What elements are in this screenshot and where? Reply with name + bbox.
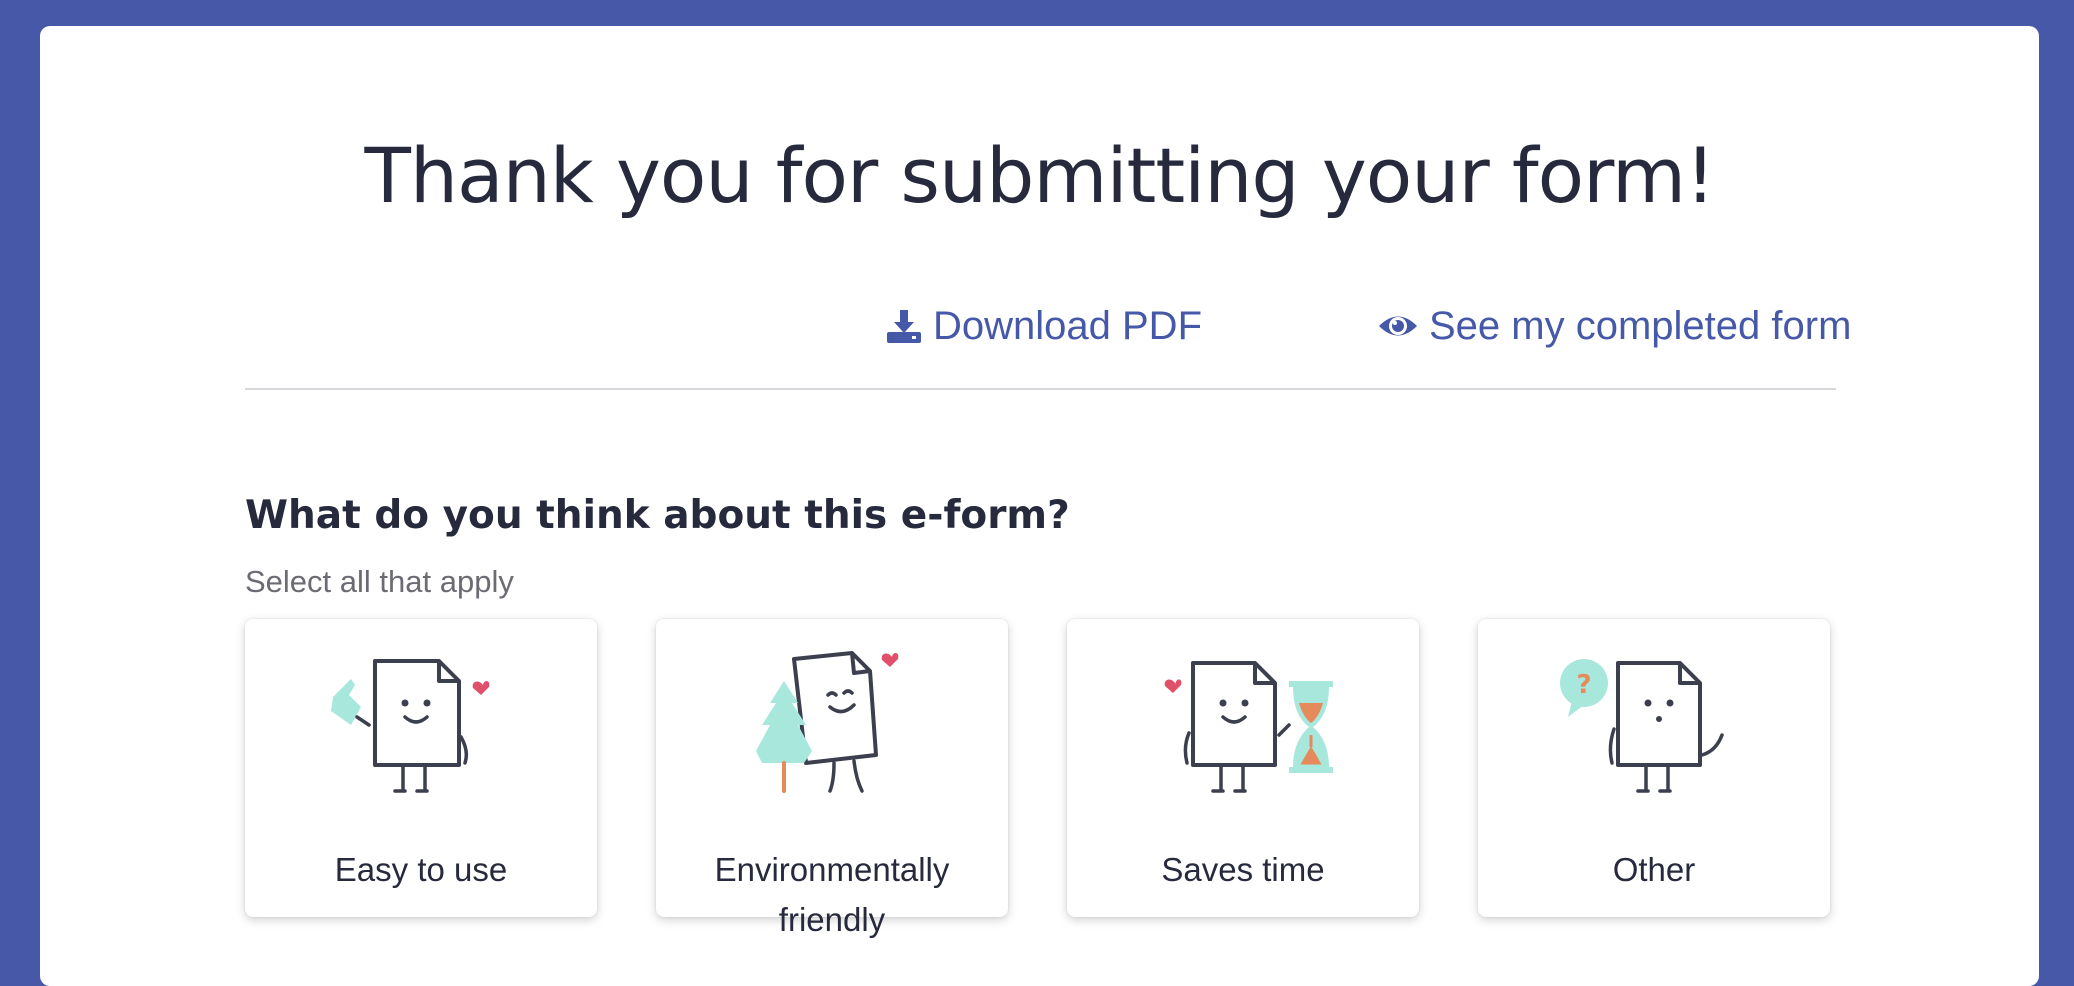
option-environmentally-friendly[interactable]: Environmentally friendly (656, 619, 1008, 938)
feedback-hint: Select all that apply (245, 564, 514, 599)
option-label: Easy to use (334, 851, 508, 888)
question-bubble-document-icon: ? (1560, 659, 1724, 793)
option-label: Saves time (1161, 851, 1325, 888)
option-easy-to-use[interactable]: Easy to use (245, 619, 597, 917)
divider (245, 388, 1836, 390)
pointing-hand-document-icon (331, 659, 490, 793)
option-saves-time[interactable]: Saves time (1067, 619, 1419, 917)
confirmation-card: Thank you for submitting your form! Down… (40, 26, 2039, 986)
download-pdf-label: Download PDF (933, 304, 1203, 348)
svg-text:?: ? (1576, 670, 1591, 700)
page-title: Thank you for submitting your form! (364, 131, 1715, 220)
tree-hug-document-icon (756, 651, 899, 793)
download-pdf-link[interactable]: Download PDF (885, 302, 1202, 350)
feedback-question: What do you think about this e-form? (245, 493, 1070, 538)
hourglass-document-icon (1164, 661, 1333, 793)
eye-icon (1377, 311, 1419, 341)
option-label: Other (1612, 851, 1696, 888)
option-other[interactable]: ? Other (1478, 619, 1830, 917)
download-icon (885, 308, 923, 344)
feedback-options: Easy to use Environmentally friendly Sav… (245, 619, 1830, 938)
view-completed-form-link[interactable]: See my completed form (1377, 302, 1851, 350)
view-completed-form-label: See my completed form (1429, 304, 1852, 348)
option-label: Environmentally friendly (714, 851, 950, 938)
